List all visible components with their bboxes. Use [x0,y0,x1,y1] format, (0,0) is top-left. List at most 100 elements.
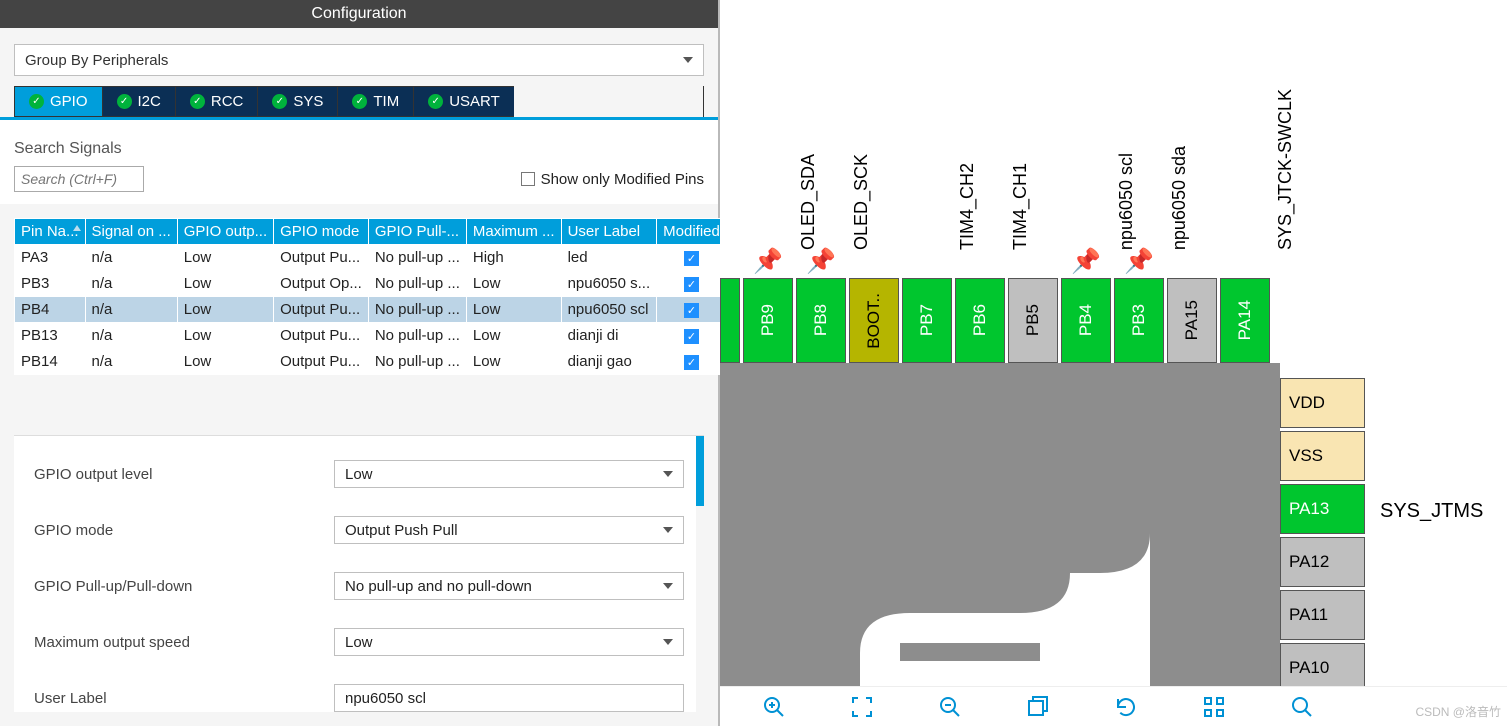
table-row[interactable]: PB3n/aLowOutput Op...No pull-up ...Lownp… [15,271,727,297]
checked-icon: ✓ [684,251,699,266]
rotate-icon[interactable] [1112,693,1140,721]
tab-i2c[interactable]: ✓I2C [102,86,175,117]
layers-icon[interactable] [1024,693,1052,721]
tab-sys[interactable]: ✓SYS [257,86,337,117]
table-row[interactable]: PB13n/aLowOutput Pu...No pull-up ...Lowd… [15,323,727,349]
chevron-down-icon [663,527,673,533]
table-cell: Low [466,323,561,349]
pin-PB9[interactable]: PB9📌 [743,278,793,363]
table-cell: npu6050 s... [561,271,657,297]
checked-icon: ✓ [684,277,699,292]
col-header[interactable]: Modified [657,219,727,245]
table-row[interactable]: PB14n/aLowOutput Pu...No pull-up ...Lowd… [15,349,727,375]
property-select[interactable]: Low [334,460,684,488]
table-cell: Low [177,349,273,375]
table-cell: No pull-up ... [368,245,466,271]
pin-label: SYS_JTCK-SWCLK [1275,89,1296,250]
grid-icon[interactable] [1200,693,1228,721]
pin-tack-icon: 📌 [753,247,783,276]
table-cell: No pull-up ... [368,323,466,349]
property-row: Maximum output speedLow [34,628,684,656]
property-panel: GPIO output levelLow GPIO modeOutput Push… [14,435,704,712]
pin-VSS[interactable]: VSS [1280,431,1365,481]
chevron-down-icon [663,639,673,645]
pin-right-column: VDDVSSPA13PA12PA11PA10 [1280,378,1365,696]
pin-PB7[interactable]: PB7 [902,278,952,363]
table-row[interactable]: PB4n/aLowOutput Pu...No pull-up ...Lownp… [15,297,727,323]
show-modified-checkbox[interactable]: Show only Modified Pins [521,171,704,188]
col-header[interactable]: GPIO outp... [177,219,273,245]
col-header[interactable]: Pin Na... [15,219,86,245]
table-cell: led [561,245,657,271]
fit-icon[interactable] [848,693,876,721]
table-cell: No pull-up ... [368,297,466,323]
tab-gpio[interactable]: ✓GPIO [14,86,102,117]
tab-rcc[interactable]: ✓RCC [175,86,258,117]
zoom-out-icon[interactable] [936,693,964,721]
table-cell: Low [177,271,273,297]
group-by-value: Group By Peripherals [25,52,168,69]
col-header[interactable]: GPIO mode [274,219,369,245]
tab-usart[interactable]: ✓USART [413,86,514,117]
scrollbar-thumb[interactable] [696,436,704,506]
check-icon: ✓ [190,94,205,109]
search-icon[interactable] [1288,693,1316,721]
config-panel: Configuration Group By Peripherals ✓GPIO… [0,0,720,726]
pin-label: OLED_SCK [851,154,872,250]
property-select[interactable]: Output Push Pull [334,516,684,544]
property-input[interactable] [334,684,684,712]
property-label: GPIO mode [34,522,334,539]
pin-edge[interactable] [720,278,740,363]
scrollbar[interactable] [696,436,704,712]
property-select[interactable]: Low [334,628,684,656]
checked-icon: ✓ [684,355,699,370]
pin-VDD[interactable]: VDD [1280,378,1365,428]
col-header[interactable]: GPIO Pull-... [368,219,466,245]
pin-BOOT..[interactable]: BOOT.. [849,278,899,363]
tab-tim[interactable]: ✓TIM [337,86,413,117]
table-row[interactable]: PA3n/aLowOutput Pu...No pull-up ...Highl… [15,245,727,271]
col-header[interactable]: Signal on ... [85,219,177,245]
group-by-select[interactable]: Group By Peripherals [14,44,704,76]
pin-PA15[interactable]: PA15 [1167,278,1217,363]
check-icon: ✓ [352,94,367,109]
table-cell: Output Op... [274,271,369,297]
pin-label: TIM4_CH1 [1010,163,1031,250]
zoom-in-icon[interactable] [760,693,788,721]
property-select[interactable]: No pull-up and no pull-down [334,572,684,600]
pin-PB6[interactable]: PB6 [955,278,1005,363]
pin-PA13[interactable]: PA13 [1280,484,1365,534]
table-cell: dianji di [561,323,657,349]
pin-PB4[interactable]: PB4📌 [1061,278,1111,363]
property-row: User Label [34,684,684,712]
modified-cell: ✓ [657,297,727,323]
pin-tack-icon: 📌 [1071,247,1101,276]
pin-PA11[interactable]: PA11 [1280,590,1365,640]
check-icon: ✓ [428,94,443,109]
col-header[interactable]: Maximum ... [466,219,561,245]
pin-PB8[interactable]: PB8📌 [796,278,846,363]
pin-PA12[interactable]: PA12 [1280,537,1365,587]
table-cell: PB14 [15,349,86,375]
pin-label: TIM4_CH2 [957,163,978,250]
table-cell: n/a [85,349,177,375]
pinout-view[interactable]: OLED_SDAOLED_SCKTIM4_CH2TIM4_CH1npu6050 … [720,0,1507,726]
table-cell: npu6050 scl [561,297,657,323]
property-label: User Label [34,690,334,707]
pin-PB5[interactable]: PB5 [1008,278,1058,363]
pin-PB3[interactable]: PB3📌 [1114,278,1164,363]
external-pin-label: SYS_JTMS [1380,500,1483,523]
table-cell: Low [177,323,273,349]
panel-header: Configuration [0,0,718,28]
property-row: GPIO output levelLow [34,460,684,488]
pin-label: OLED_SDA [798,154,819,250]
search-label: Search Signals [14,140,704,158]
pin-tack-icon: 📌 [806,247,836,276]
search-input[interactable] [14,166,144,192]
col-header[interactable]: User Label [561,219,657,245]
table-cell: Output Pu... [274,349,369,375]
check-icon: ✓ [29,94,44,109]
pin-top-row: PB9📌PB8📌BOOT..PB7PB6PB5PB4📌PB3📌PA15PA14 [720,278,1273,363]
modified-cell: ✓ [657,271,727,297]
pin-PA14[interactable]: PA14 [1220,278,1270,363]
